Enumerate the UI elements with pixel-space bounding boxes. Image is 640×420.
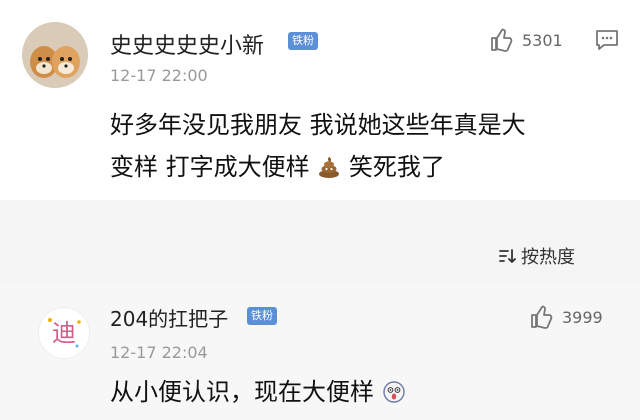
shiba-avatar [22, 22, 88, 88]
thumbs-up-icon [491, 28, 513, 52]
comment-username-2[interactable]: 204的扛把子 [110, 303, 228, 332]
sticker-avatar: 迪 [48, 318, 81, 348]
user-avatar[interactable] [22, 22, 88, 88]
like-count: 5301 [522, 30, 563, 50]
sort-icon [499, 249, 516, 263]
comment-text-line-2-head: 变样 打字成大便样 [110, 153, 310, 181]
like-button-2[interactable]: 3999 [526, 303, 603, 331]
sort-by-heat-button[interactable]: 按热度 [497, 243, 575, 269]
comment-time: 12-17 22:00 [110, 66, 208, 85]
comment-text: 好多年没见我朋友 我说她这些年真是大 变样 打字成大便样 笑死我了 [110, 104, 610, 188]
comment-time-2: 12-17 22:04 [110, 343, 208, 362]
comment-text-line-2: 变样 打字成大便样 笑死我了 [110, 146, 610, 188]
thumbs-up-icon-2 [531, 305, 553, 329]
comment-username[interactable]: 史史史史史小新 [110, 28, 264, 60]
surprised-face-emoji [382, 381, 405, 403]
reply-icon [596, 30, 618, 50]
avatar-letter: 迪 [52, 319, 76, 347]
fan-badge-2: 铁粉 [247, 307, 277, 325]
user-avatar-2[interactable]: 迪 [38, 307, 90, 359]
fan-badge: 铁粉 [288, 32, 318, 50]
comment-text-2-main: 从小便认识，现在大便样 [110, 378, 374, 406]
comment-text-line-1: 好多年没见我朋友 我说她这些年真是大 [110, 111, 526, 139]
poop-emoji [319, 157, 340, 178]
comment-card-2: 迪 204的扛把子 铁粉 12-17 22:04 3999 从小便认识，现在大便… [0, 285, 640, 420]
like-count-2: 3999 [562, 307, 603, 327]
comment-text-line-2-tail: 笑死我了 [348, 153, 445, 181]
reply-button[interactable] [594, 28, 620, 56]
sort-label: 按热度 [521, 247, 575, 268]
comment-card-1: 史史史史史小新 铁粉 12-17 22:00 5301 好多年没见我朋友 我说她… [0, 0, 640, 200]
comment-text-2: 从小便认识，现在大便样 [110, 371, 610, 413]
like-button[interactable]: 5301 [486, 26, 563, 54]
